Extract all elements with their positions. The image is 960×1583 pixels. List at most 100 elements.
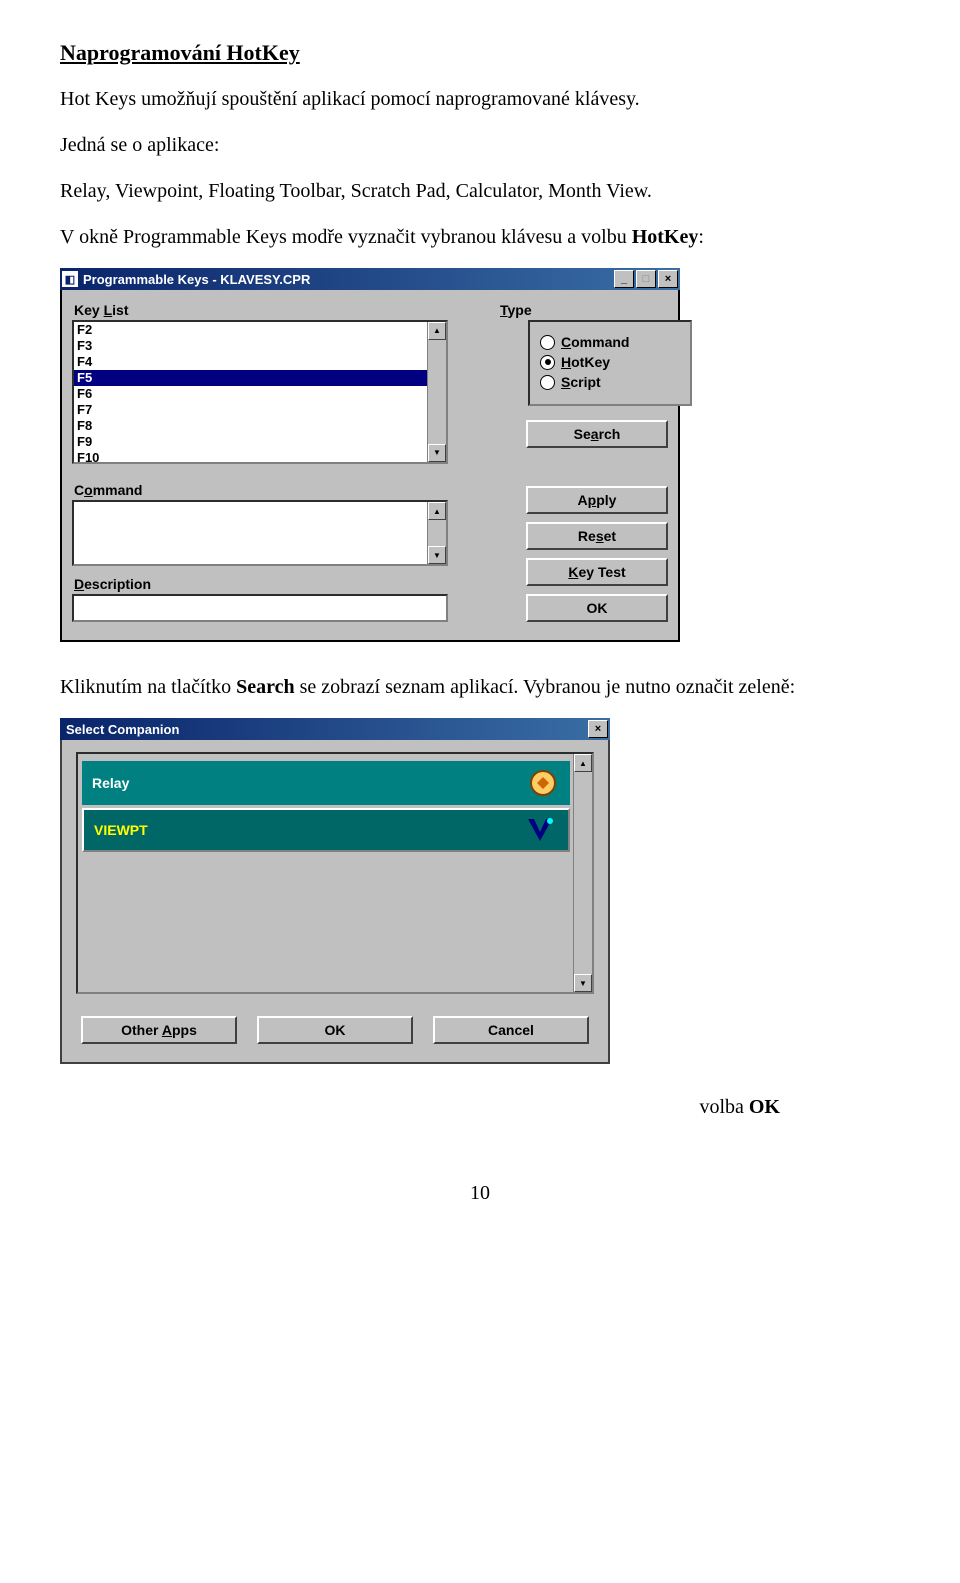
select-companion-dialog: Select Companion × Relay VIEWPT [60,718,610,1064]
other-btn-pre: Other [121,1022,162,1038]
other-apps-button[interactable]: Other Apps [81,1016,237,1044]
keytest-btn-u: K [568,564,578,580]
description-textbox[interactable] [72,594,448,622]
scroll-down-icon[interactable]: ▼ [428,444,446,462]
radio-icon [540,355,555,370]
apply-btn-pre: A [578,492,588,508]
companion-scrollbar[interactable]: ▲ ▼ [573,754,592,992]
radio-hotkey-u: H [561,354,571,370]
keylist-label: Key List [74,302,448,318]
companion-relay-label: Relay [92,775,129,791]
intro-para-1: Hot Keys umožňují spouštění aplikací pom… [60,84,900,114]
intro-para-2: Jedná se o aplikace: [60,130,900,160]
type-label-post: ype [508,302,532,318]
radio-command[interactable]: Command [540,334,680,350]
type-groupbox: Command HotKey Script [528,320,692,406]
titlebar[interactable]: ◧ Programmable Keys - KLAVESY.CPR _ □ × [60,268,680,290]
companion-viewpt-label: VIEWPT [94,822,148,838]
radio-command-u: C [561,334,571,350]
command-scrollbar[interactable]: ▲ ▼ [427,502,446,564]
apply-button[interactable]: Apply [526,486,668,514]
list-item[interactable]: F4 [74,354,446,370]
radio-icon [540,375,555,390]
command-textbox[interactable]: ▲ ▼ [72,500,448,566]
reset-btn-pre: Re [578,528,596,544]
radio-script-u: S [561,374,570,390]
search-btn-post: rch [599,426,621,442]
companion-item-viewpt[interactable]: VIEWPT [82,808,570,852]
radio-script[interactable]: Script [540,374,680,390]
list-item[interactable]: F8 [74,418,446,434]
mid-para: Kliknutím na tlačítko Search se zobrazí … [60,672,900,702]
reset-btn-post: et [604,528,616,544]
intro-para-4: V okně Programmable Keys modře vyznačit … [60,222,900,252]
scroll-up-icon[interactable]: ▲ [428,502,446,520]
command-label-u: o [84,482,93,498]
window-title: Programmable Keys - KLAVESY.CPR [83,272,310,287]
dlg-ok-button[interactable]: OK [257,1016,413,1044]
list-item[interactable]: F9 [74,434,446,450]
ok-button[interactable]: OK [526,594,668,622]
dlg-close-button[interactable]: × [588,720,608,738]
apply-btn-post: ply [596,492,616,508]
search-btn-u: a [591,426,599,442]
reset-button[interactable]: Reset [526,522,668,550]
dlg-titlebar[interactable]: Select Companion × [60,718,610,740]
volba-ok-b: OK [749,1096,780,1118]
type-label-u: T [500,302,508,318]
mid-b: Search [236,676,295,698]
companion-list[interactable]: Relay VIEWPT ▲ ▼ [76,752,594,994]
intro-para-3: Relay, Viewpoint, Floating Toolbar, Scra… [60,176,900,206]
radio-icon [540,335,555,350]
app-icon: ◧ [62,271,78,287]
keytest-btn-post: ey Test [578,564,625,580]
list-item[interactable]: F6 [74,386,446,402]
list-item[interactable]: F7 [74,402,446,418]
radio-hotkey[interactable]: HotKey [540,354,680,370]
dlg-title: Select Companion [62,722,179,737]
keylist-label-pre: Key [74,302,104,318]
close-button[interactable]: × [658,270,678,288]
command-label-pre: C [74,482,84,498]
list-item[interactable]: F3 [74,338,446,354]
page-heading: Naprogramování HotKey [60,40,900,66]
list-item[interactable]: F10 [74,450,446,464]
reset-btn-u: s [596,528,604,544]
radio-script-post: cript [570,374,600,390]
radio-command-post: ommand [571,334,629,350]
keylist-scrollbar[interactable]: ▲ ▼ [427,322,446,462]
page-number: 10 [60,1182,900,1205]
apply-btn-u: p [588,492,597,508]
keylist-label-post: ist [112,302,128,318]
scroll-up-icon[interactable]: ▲ [428,322,446,340]
maximize-button: □ [636,270,656,288]
viewpt-icon [524,815,558,845]
mid-a: Kliknutím na tlačítko [60,676,236,698]
list-item[interactable]: F2 [74,322,446,338]
minimize-button[interactable]: _ [614,270,634,288]
desc-label-post: escription [84,576,151,592]
intro4-a: V okně Programmable Keys modře vyznačit … [60,226,632,248]
keylist-listbox[interactable]: F2 F3 F4 F5 F6 F7 F8 F9 F10 ▲ ▼ [72,320,448,464]
mid-c: se zobrazí seznam aplikací. Vybranou je … [295,676,796,698]
scroll-up-icon[interactable]: ▲ [574,754,592,772]
intro4-b: HotKey [632,226,699,248]
dlg-cancel-button[interactable]: Cancel [433,1016,589,1044]
companion-item-relay[interactable]: Relay [82,761,570,805]
intro4-c: : [698,226,704,248]
command-label: Command [74,482,448,498]
list-item-selected[interactable]: F5 [74,370,446,386]
type-label: Type [500,302,692,318]
command-label-post: mmand [93,482,143,498]
relay-icon [526,768,560,798]
keytest-button[interactable]: Key Test [526,558,668,586]
other-btn-u: A [162,1022,172,1038]
search-btn-pre: Se [574,426,591,442]
scroll-down-icon[interactable]: ▼ [428,546,446,564]
other-btn-post: pps [172,1022,197,1038]
search-button[interactable]: Search [526,420,668,448]
programmable-keys-window: ◧ Programmable Keys - KLAVESY.CPR _ □ × … [60,268,680,642]
radio-hotkey-post: otKey [571,354,610,370]
volba-ok-a: volba [699,1096,748,1118]
scroll-down-icon[interactable]: ▼ [574,974,592,992]
